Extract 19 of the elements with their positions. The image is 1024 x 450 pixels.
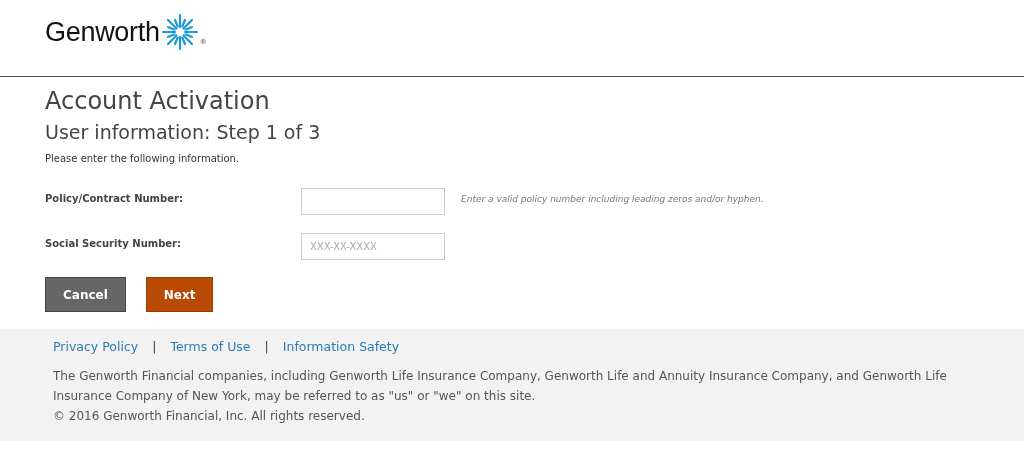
copyright-text: © 2016 Genworth Financial, Inc. All rights reserved. [53,408,366,425]
cancel-button[interactable]: Cancel [45,277,126,312]
field-label: Social Security Number: [45,237,183,249]
link-separator: | [152,339,157,354]
link-separator: | [264,339,269,354]
footer-link[interactable]: Privacy Policy [53,339,139,354]
page-title: Account Activation [45,87,271,115]
field-label: Policy/Contract Number: [45,192,184,204]
field-hint: Enter a valid policy number including leading zeros and/or hyphen. [461,193,765,204]
input-field[interactable] [301,188,445,215]
footer-link[interactable]: Information Safety [282,339,400,354]
starburst-icon [161,14,198,50]
next-button[interactable]: Next [145,277,214,312]
footer-link[interactable]: Terms of Use [170,339,251,354]
input-field[interactable]: XXX-XX-XXXX [301,233,445,260]
instructions: Please enter the following information. [45,153,241,164]
logo-wordmark: Genworth [45,16,160,48]
disclaimer-text: The Genworth Financial companies, including Genworth Life Insurance Company, Genworth Life and Annuity Insurance Company, and Genworth Life Insurance Company of New York, may be referred to as "us" or "we" on this site. [53,368,948,405]
page-subtitle: User information: Step 1 of 3 [45,121,322,143]
